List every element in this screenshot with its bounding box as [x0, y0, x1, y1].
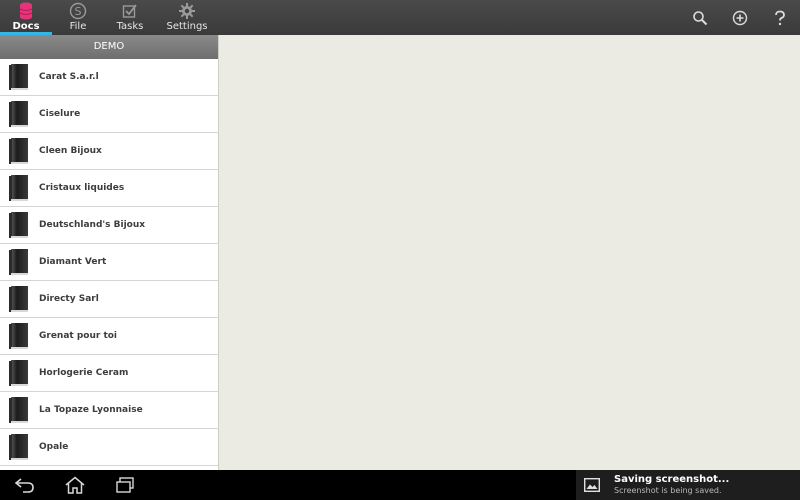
book-icon: [9, 360, 28, 386]
back-button[interactable]: [0, 470, 50, 500]
tab-docs-label: Docs: [12, 21, 40, 32]
tab-tasks-label: Tasks: [116, 21, 144, 32]
screenshot-notification[interactable]: Saving screenshot... Screenshot is being…: [576, 470, 800, 500]
list-item[interactable]: Grenat pour toi: [0, 318, 218, 355]
list-item-label: Horlogerie Ceram: [39, 368, 129, 378]
list-item-label: Cristaux liquides: [39, 183, 125, 193]
book-icon: [9, 397, 28, 423]
search-button[interactable]: [680, 0, 720, 35]
document-list: Carat S.a.r.l Ciselure Cleen Bijoux Cristau…: [0, 59, 218, 466]
recent-apps-icon: [116, 477, 134, 493]
book-icon: [9, 64, 28, 90]
book-icon: [9, 138, 28, 164]
list-item[interactable]: La Topaze Lyonnaise: [0, 392, 218, 429]
action-buttons: [680, 0, 800, 35]
list-item-label: Grenat pour toi: [39, 331, 118, 341]
search-icon: [693, 10, 708, 25]
list-item[interactable]: Diamant Vert: [0, 244, 218, 281]
book-icon: [9, 286, 28, 312]
tab-settings-label: Settings: [166, 21, 208, 32]
tab-settings[interactable]: Settings: [156, 0, 218, 35]
recent-apps-button[interactable]: [100, 470, 150, 500]
svg-text:S: S: [75, 5, 82, 18]
system-nav-bar: Saving screenshot... Screenshot is being…: [0, 470, 800, 500]
checkbox-icon: [122, 1, 138, 21]
book-icon: [9, 249, 28, 275]
book-icon: [9, 175, 28, 201]
help-button[interactable]: [760, 0, 800, 35]
list-item-label: Carat S.a.r.l: [39, 72, 99, 82]
list-item-label: Cleen Bijoux: [39, 146, 102, 156]
list-item[interactable]: Directy Sarl: [0, 281, 218, 318]
tab-docs[interactable]: Docs: [0, 0, 52, 35]
home-button[interactable]: [50, 470, 100, 500]
document-list-panel: DEMO Carat S.a.r.l Ciselure Cleen Bijoux Cr…: [0, 35, 219, 470]
database-icon: [19, 1, 33, 21]
list-item-label: Opale: [39, 442, 69, 452]
list-item[interactable]: Ciselure: [0, 96, 218, 133]
list-item-label: Diamant Vert: [39, 257, 107, 267]
help-icon: [775, 10, 785, 25]
notification-subtitle: Screenshot is being saved.: [614, 486, 722, 495]
dollar-circle-icon: S: [69, 1, 87, 21]
notification-title: Saving screenshot...: [614, 474, 730, 485]
list-item-label: La Topaze Lyonnaise: [39, 405, 143, 415]
list-item[interactable]: Cleen Bijoux: [0, 133, 218, 170]
add-button[interactable]: [720, 0, 760, 35]
add-circle-icon: [732, 10, 748, 25]
list-item[interactable]: Opale: [0, 429, 218, 466]
notification-text: Saving screenshot... Screenshot is being…: [614, 474, 729, 496]
list-item[interactable]: Carat S.a.r.l: [0, 59, 218, 96]
book-icon: [9, 323, 28, 349]
list-item-label: Deutschland's Bijoux: [39, 220, 146, 230]
action-bar: Docs S File Tasks Settings: [0, 0, 800, 35]
gear-icon: [178, 1, 196, 21]
book-icon: [9, 212, 28, 238]
book-icon: [9, 101, 28, 127]
content-area: [220, 35, 800, 470]
book-icon: [9, 434, 28, 460]
home-icon: [65, 476, 85, 494]
tab-tasks[interactable]: Tasks: [104, 0, 156, 35]
image-icon: [584, 478, 600, 492]
list-item[interactable]: Horlogerie Ceram: [0, 355, 218, 392]
list-item[interactable]: Deutschland's Bijoux: [0, 207, 218, 244]
list-item-label: Directy Sarl: [39, 294, 99, 304]
section-header: DEMO: [0, 35, 218, 59]
list-item[interactable]: Cristaux liquides: [0, 170, 218, 207]
list-item-label: Ciselure: [39, 109, 81, 119]
tab-file-label: File: [69, 21, 87, 32]
back-icon: [14, 478, 34, 493]
tab-file[interactable]: S File: [52, 0, 104, 35]
